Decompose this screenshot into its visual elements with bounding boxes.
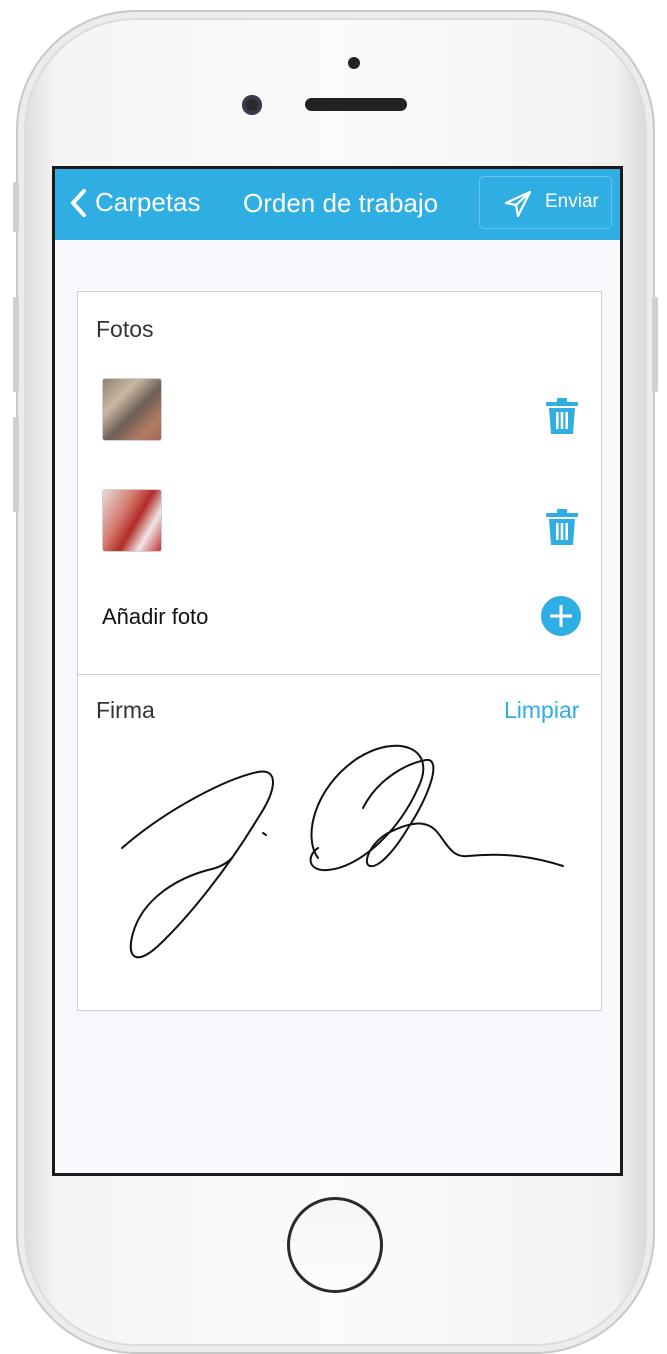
photo-row [78,486,601,556]
photo-thumbnail[interactable] [102,378,162,441]
power-button [652,297,658,392]
mute-switch [13,182,19,232]
back-button[interactable]: Carpetas [69,187,201,218]
signature-section-title: Firma [96,697,155,723]
trash-icon[interactable] [545,508,579,546]
volume-down-button [13,417,19,512]
photo-thumbnail[interactable] [102,489,162,552]
navigation-bar: Carpetas Orden de trabajo Enviar [55,169,620,240]
paper-plane-icon [504,190,532,218]
send-button[interactable]: Enviar [479,176,612,229]
send-label: Enviar [545,191,599,212]
front-camera [242,95,262,115]
app-screen: Carpetas Orden de trabajo Enviar Fotos A… [52,166,623,1176]
photos-section-title: Fotos [96,316,154,342]
chevron-left-icon [71,188,86,217]
page-title: Orden de trabajo [243,188,439,218]
proximity-sensor [348,57,360,69]
trash-icon[interactable] [545,397,579,435]
home-button[interactable] [287,1197,383,1293]
photo-row [78,375,601,445]
plus-circle-icon[interactable] [540,595,582,637]
earpiece-speaker [305,98,407,111]
clear-signature-button[interactable]: Limpiar [504,697,579,724]
work-order-card: Fotos Añadir foto Firma Limpiar [77,291,602,1011]
volume-up-button [13,297,19,392]
section-divider [78,674,601,675]
add-photo-label: Añadir foto [102,604,209,629]
add-photo-row[interactable]: Añadir foto [78,588,601,648]
signature-pad[interactable] [108,738,578,978]
back-label: Carpetas [95,187,201,217]
